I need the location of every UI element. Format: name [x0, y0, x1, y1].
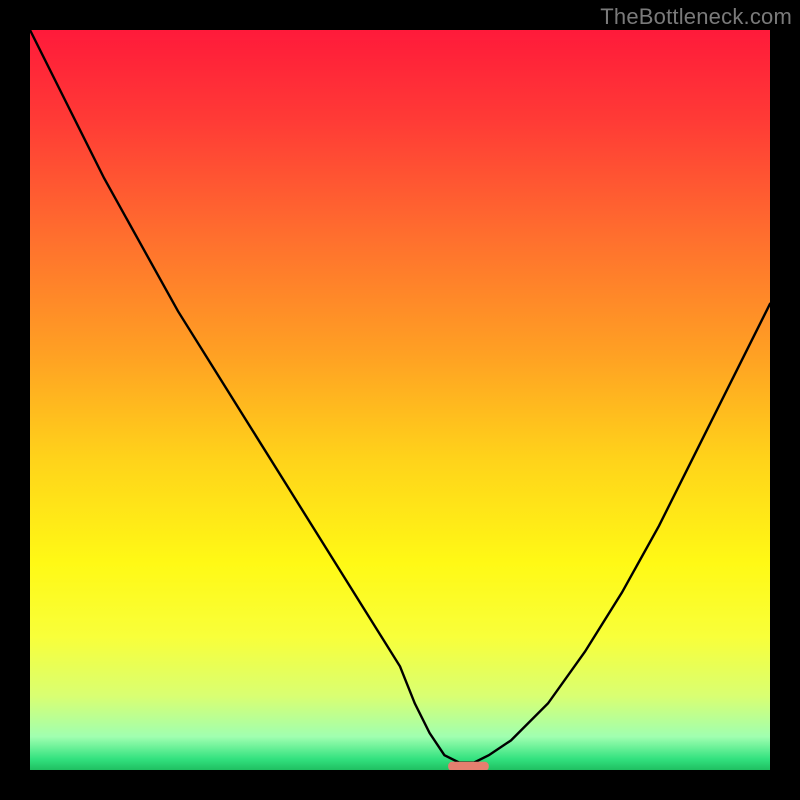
watermark-text: TheBottleneck.com: [600, 4, 792, 30]
chart-background-gradient: [30, 30, 770, 770]
chart-plot-area: [30, 30, 770, 770]
minimum-marker: [448, 762, 489, 770]
chart-outer-frame: TheBottleneck.com: [0, 0, 800, 800]
chart-svg: [30, 30, 770, 770]
